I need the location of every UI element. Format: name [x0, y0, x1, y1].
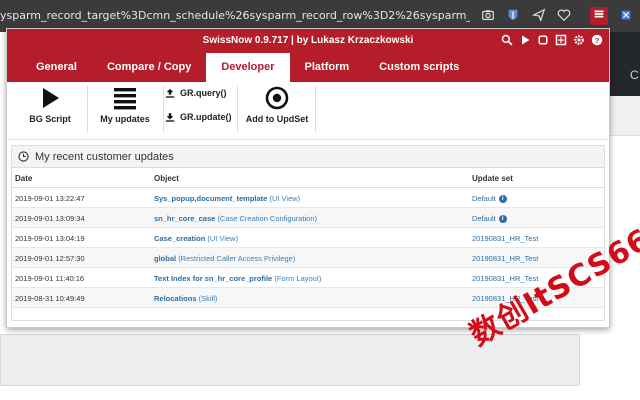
gr-query-button[interactable]: GR.query()	[165, 88, 227, 98]
update-set-link[interactable]: 20190831_HR_Test	[472, 254, 538, 263]
info-icon[interactable]: i	[498, 214, 507, 223]
gr-query-label: GR.query()	[180, 88, 227, 98]
tab-platform[interactable]: Platform	[290, 53, 365, 82]
bg-script-label: BG Script	[29, 114, 71, 124]
help-icon[interactable]: ?	[590, 33, 603, 46]
row-update-set[interactable]: Default i	[472, 194, 507, 203]
menu-icon	[114, 88, 136, 110]
tab-general[interactable]: General	[21, 53, 92, 82]
row-object[interactable]: Sys_popup,document_template (UI View)	[154, 194, 300, 203]
object-name[interactable]: global	[154, 254, 176, 263]
extension-puzzle-icon[interactable]	[618, 8, 634, 24]
download-icon	[165, 113, 175, 122]
background-header-strip	[608, 96, 640, 136]
info-icon[interactable]: i	[498, 194, 507, 203]
stop-icon[interactable]	[536, 33, 549, 46]
bg-script-button[interactable]: BG Script	[25, 86, 75, 134]
gr-update-label: GR.update()	[180, 112, 232, 122]
object-type: (Restricted Caller Access Privilege)	[178, 254, 296, 263]
row-object[interactable]: global (Restricted Caller Access Privile…	[154, 254, 295, 263]
my-updates-label: My updates	[100, 114, 150, 124]
panel-title: My recent customer updates	[35, 150, 174, 163]
column-object: Object	[154, 174, 179, 183]
background-nav-bar: C	[608, 32, 640, 96]
column-update-set: Update set	[472, 174, 513, 183]
gear-icon[interactable]	[572, 33, 585, 46]
heart-icon[interactable]	[556, 8, 572, 24]
row-date: 2019-09-01 13:22:47	[15, 194, 85, 203]
screenshot-icon[interactable]	[480, 8, 496, 24]
object-type: (UI View)	[207, 234, 239, 243]
upload-icon	[165, 88, 175, 98]
toolbar-divider	[87, 86, 88, 132]
tab-developer[interactable]: Developer	[206, 53, 290, 82]
toolbar-divider	[315, 86, 316, 132]
row-date: 2019-09-01 13:09:34	[15, 214, 85, 223]
search-icon[interactable]	[500, 33, 513, 46]
toolbar-divider	[237, 86, 238, 132]
object-type: (Skill)	[198, 294, 218, 303]
svg-text:?: ?	[594, 36, 599, 45]
column-date: Date	[15, 174, 33, 183]
update-set-link[interactable]: Default	[472, 194, 496, 203]
table-row: 2019-09-01 13:04:19 Case_creation (UI Vi…	[12, 228, 604, 248]
row-object[interactable]: Text Index for sn_hr_core_profile (Form …	[154, 274, 321, 283]
header-icons: ?	[500, 33, 603, 46]
row-date: 2019-09-01 13:04:19	[15, 234, 85, 243]
my-updates-button[interactable]: My updates	[99, 86, 151, 134]
gr-update-button[interactable]: GR.update()	[165, 112, 232, 122]
play-icon[interactable]	[518, 33, 531, 46]
table-header: Date Object Update set	[12, 168, 604, 188]
object-name[interactable]: Text Index for sn_hr_core_profile	[154, 274, 272, 283]
row-object[interactable]: sn_hr_core_case (Case Creation Configura…	[154, 214, 317, 223]
popup-header: SwissNow 0.9.717 | by Lukasz Krzaczkowsk…	[7, 29, 609, 82]
target-icon	[265, 86, 289, 110]
tab-custom-scripts[interactable]: Custom scripts	[364, 53, 474, 82]
object-type: (Case Creation Configuration)	[217, 214, 318, 223]
row-update-set[interactable]: 20190831_HR_Test	[472, 254, 538, 263]
object-name[interactable]: Relocations	[154, 294, 197, 303]
object-name[interactable]: Case_creation	[154, 234, 205, 243]
object-type: (Form Layout)	[274, 274, 322, 283]
clock-icon	[18, 151, 29, 162]
row-update-set[interactable]: 20190831_HR_Test	[472, 234, 538, 243]
address-bar-url[interactable]: ysparm_record_target%3Dcmn_schedule%26sy…	[0, 9, 470, 22]
bitwarden-icon[interactable]	[505, 8, 521, 24]
add-to-updset-label: Add to UpdSet	[245, 114, 309, 124]
update-set-link[interactable]: Default	[472, 214, 496, 223]
row-object[interactable]: Relocations (Skill)	[154, 294, 217, 303]
swissnow-extension-icon[interactable]	[590, 7, 608, 25]
update-set-link[interactable]: 20190831_HR_Test	[472, 234, 538, 243]
row-date: 2019-09-01 11:40:16	[15, 274, 85, 283]
panel-header: My recent customer updates	[12, 146, 604, 168]
table-row: 2019-09-01 13:09:34 sn_hr_core_case (Cas…	[12, 208, 604, 228]
table-row: 2019-09-01 13:22:47 Sys_popup,document_t…	[12, 188, 604, 208]
tab-compare-copy[interactable]: Compare / Copy	[92, 53, 206, 82]
send-icon[interactable]	[531, 8, 547, 24]
table-row: 2019-09-01 12:57:30 global (Restricted C…	[12, 248, 604, 268]
toolbar-divider	[163, 86, 164, 132]
developer-toolbar: BG Script My updates GR.query() GR.updat…	[7, 82, 609, 140]
object-name[interactable]: sn_hr_core_case	[154, 214, 215, 223]
row-update-set[interactable]: Default i	[472, 214, 507, 223]
expand-icon[interactable]	[554, 33, 567, 46]
row-object[interactable]: Case_creation (UI View)	[154, 234, 238, 243]
add-to-updset-button[interactable]: Add to UpdSet	[245, 86, 309, 134]
play-icon	[43, 88, 59, 108]
background-nav-icon: C	[630, 68, 639, 82]
row-date: 2019-08-31 10:49:49	[15, 294, 85, 303]
row-date: 2019-09-01 12:57:30	[15, 254, 85, 263]
tab-bar: General Compare / Copy Developer Platfor…	[21, 53, 474, 82]
object-name[interactable]: Sys_popup,document_template	[154, 194, 267, 203]
object-type: (UI View)	[269, 194, 301, 203]
